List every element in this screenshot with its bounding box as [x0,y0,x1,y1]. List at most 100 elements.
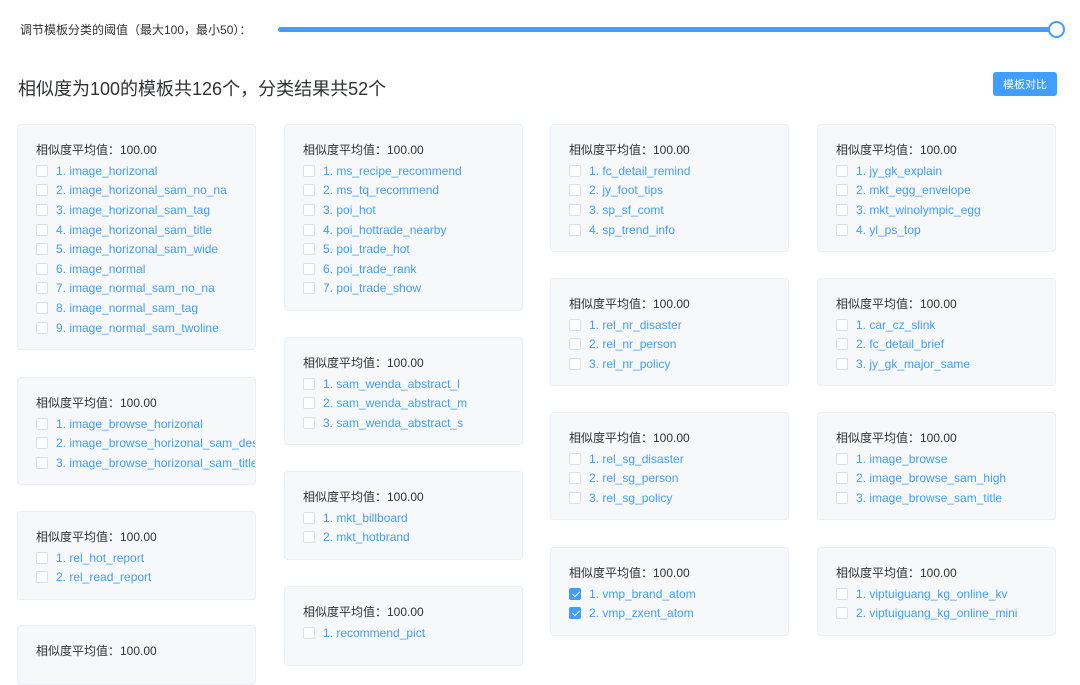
template-name[interactable]: 1. car_cz_slink [856,318,935,332]
checkbox-icon[interactable] [303,282,315,295]
template-name[interactable]: 1. sam_wenda_abstract_l [323,377,460,391]
template-name[interactable]: 6. image_normal [56,262,145,276]
template-checkbox-item[interactable]: 8. image_normal_sam_tag [36,298,255,318]
template-name[interactable]: 2. jy_foot_tips [589,183,663,197]
template-checkbox-item[interactable]: 5. poi_trade_hot [303,239,522,259]
template-name[interactable]: 2. sam_wenda_abstract_m [323,396,467,410]
checkbox-icon[interactable] [36,282,48,295]
template-checkbox-item[interactable]: 6. image_normal [36,259,255,279]
template-name[interactable]: 9. image_normal_sam_twoline [56,321,219,335]
template-name[interactable]: 4. poi_hottrade_nearby [323,223,446,237]
template-name[interactable]: 1. rel_hot_report [56,551,144,565]
checkbox-icon[interactable] [36,417,48,430]
checkbox-icon[interactable] [36,571,48,584]
template-checkbox-item[interactable]: 2. jy_foot_tips [569,181,788,201]
template-name[interactable]: 6. poi_trade_rank [323,262,416,276]
template-checkbox-item[interactable]: 5. image_horizonal_sam_wide [36,239,255,259]
template-checkbox-item[interactable]: 2. image_horizonal_sam_no_na [36,181,255,201]
template-name[interactable]: 1. rel_nr_disaster [589,318,682,332]
template-name[interactable]: 3. image_browse_horizonal_sam_title [56,456,255,470]
checkbox-icon[interactable] [836,223,848,236]
template-checkbox-item[interactable]: 4. yl_ps_top [836,220,1055,240]
template-name[interactable]: 4. yl_ps_top [856,223,921,237]
checkbox-icon[interactable] [303,164,315,177]
checkbox-icon[interactable] [36,456,48,469]
template-checkbox-item[interactable]: 2. ms_tq_recommend [303,181,522,201]
checkbox-icon[interactable] [836,452,848,465]
template-name[interactable]: 3. image_browse_sam_title [856,491,1002,505]
template-checkbox-item[interactable]: 2. mkt_egg_envelope [836,181,1055,201]
template-name[interactable]: 2. mkt_hotbrand [323,530,410,544]
checkbox-icon[interactable] [836,203,848,216]
template-checkbox-item[interactable]: 1. sam_wenda_abstract_l [303,374,522,394]
checkbox-icon[interactable] [303,416,315,429]
template-checkbox-item[interactable]: 3. image_horizonal_sam_tag [36,200,255,220]
checkbox-icon[interactable] [303,377,315,390]
template-name[interactable]: 3. jy_gk_major_same [856,357,970,371]
template-name[interactable]: 2. rel_read_report [56,570,151,584]
template-checkbox-item[interactable]: 3. jy_gk_major_same [836,354,1055,374]
template-name[interactable]: 5. poi_trade_hot [323,242,410,256]
template-checkbox-item[interactable]: 3. image_browse_horizonal_sam_title [36,453,255,473]
template-name[interactable]: 2. rel_nr_person [589,337,676,351]
checkbox-icon[interactable] [303,626,315,639]
checkbox-icon[interactable] [569,491,581,504]
template-checkbox-item[interactable]: 7. image_normal_sam_no_na [36,279,255,299]
template-checkbox-item[interactable]: 9. image_normal_sam_twoline [36,318,255,338]
checkbox-icon[interactable] [836,164,848,177]
template-name[interactable]: 3. poi_hot [323,203,376,217]
template-checkbox-item[interactable]: 1. image_browse_horizonal [36,414,255,434]
threshold-slider-track[interactable] [278,21,1065,38]
template-name[interactable]: 1. rel_sg_disaster [589,452,684,466]
template-name[interactable]: 4. image_horizonal_sam_title [56,223,212,237]
checkbox-icon[interactable] [303,184,315,197]
template-name[interactable]: 1. fc_detail_remind [589,164,690,178]
template-name[interactable]: 3. rel_nr_policy [589,357,670,371]
template-checkbox-item[interactable]: 4. image_horizonal_sam_title [36,220,255,240]
template-checkbox-item[interactable]: 2. image_browse_horizonal_sam_desc [36,434,255,454]
template-checkbox-item[interactable]: 6. poi_trade_rank [303,259,522,279]
checkbox-icon[interactable] [36,243,48,256]
template-name[interactable]: 2. mkt_egg_envelope [856,183,971,197]
checkbox-icon[interactable] [836,607,848,620]
checkbox-icon[interactable] [36,203,48,216]
template-compare-button[interactable]: 模板对比 [993,72,1057,96]
checkbox-icon[interactable] [36,164,48,177]
template-checkbox-item[interactable]: 3. poi_hot [303,200,522,220]
template-checkbox-item[interactable]: 1. car_cz_slink [836,315,1055,335]
template-name[interactable]: 2. ms_tq_recommend [323,183,439,197]
template-name[interactable]: 3. mkt_winolympic_egg [856,203,981,217]
template-checkbox-item[interactable]: 4. poi_hottrade_nearby [303,220,522,240]
template-name[interactable]: 1. image_browse_horizonal [56,417,203,431]
template-name[interactable]: 7. poi_trade_show [323,281,421,295]
template-name[interactable]: 2. rel_sg_person [589,471,678,485]
template-checkbox-item[interactable]: 1. rel_nr_disaster [569,315,788,335]
template-name[interactable]: 2. viptuiguang_kg_online_mini [856,606,1017,620]
checkbox-icon[interactable] [36,223,48,236]
checkbox-checked-icon[interactable] [569,587,581,600]
checkbox-icon[interactable] [569,338,581,351]
checkbox-icon[interactable] [836,184,848,197]
template-checkbox-item[interactable]: 7. poi_trade_show [303,279,522,299]
template-name[interactable]: 1. vmp_brand_atom [589,587,696,601]
template-checkbox-item[interactable]: 1. viptuiguang_kg_online_kv [836,584,1055,604]
template-name[interactable]: 2. vmp_zxent_atom [589,606,694,620]
checkbox-icon[interactable] [569,223,581,236]
template-checkbox-item[interactable]: 3. rel_sg_policy [569,488,788,508]
checkbox-icon[interactable] [836,587,848,600]
template-name[interactable]: 1. viptuiguang_kg_online_kv [856,587,1007,601]
checkbox-checked-icon[interactable] [569,607,581,620]
template-name[interactable]: 2. fc_detail_brief [856,337,944,351]
checkbox-icon[interactable] [836,318,848,331]
template-checkbox-item[interactable]: 1. image_browse [836,449,1055,469]
template-checkbox-item[interactable]: 1. ms_recipe_recommend [303,161,522,181]
checkbox-icon[interactable] [36,184,48,197]
checkbox-icon[interactable] [303,243,315,256]
checkbox-icon[interactable] [36,301,48,314]
template-name[interactable]: 2. image_horizonal_sam_no_na [56,183,227,197]
template-checkbox-item[interactable]: 2. rel_sg_person [569,469,788,489]
template-name[interactable]: 2. image_browse_sam_high [856,471,1006,485]
checkbox-icon[interactable] [836,338,848,351]
template-checkbox-item[interactable]: 1. rel_hot_report [36,548,255,568]
checkbox-icon[interactable] [303,511,315,524]
